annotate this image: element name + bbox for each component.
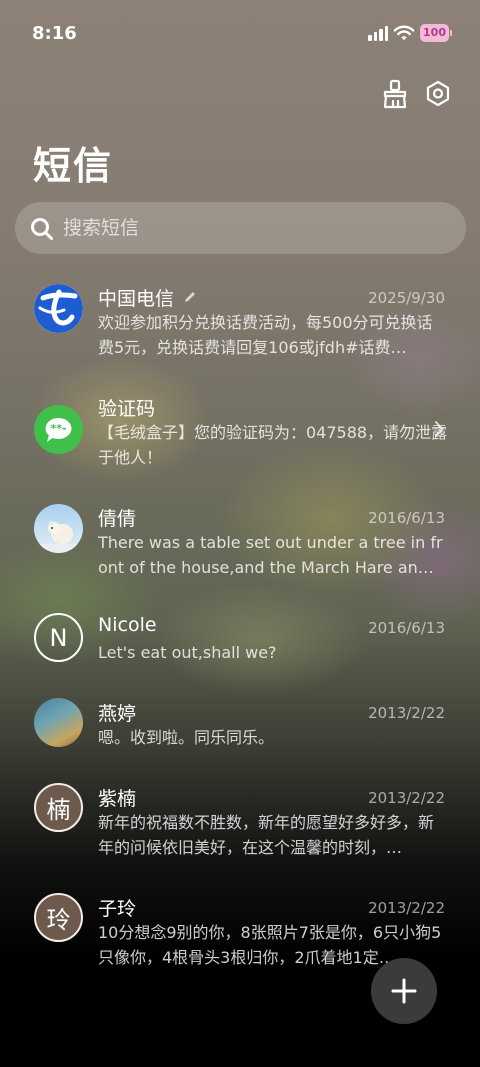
message-bubble-icon: **-	[34, 405, 83, 454]
message-date: 2013/2/22	[368, 899, 445, 917]
avatar-letter: 楠	[34, 783, 83, 832]
svg-text:**-: **-	[50, 422, 66, 435]
search-bar[interactable]	[15, 202, 466, 254]
polar-bear-photo	[34, 504, 83, 553]
message-date: 2025/9/30	[368, 289, 445, 307]
signal-icon	[368, 25, 388, 41]
status-bar: 8:16 100	[0, 0, 480, 68]
message-row-china-telecom[interactable]: 中国电信 2025/9/30 欢迎参加积分兑换话费活动，每500分可兑换话费5元…	[0, 270, 480, 370]
message-snippet: 欢迎参加积分兑换话费活动，每500分可兑换话费5元，兑换话费请回复106或jfd…	[98, 313, 433, 357]
message-snippet: Let's eat out,shall we?	[98, 643, 277, 662]
contact-name: 中国电信	[98, 288, 175, 310]
wifi-icon	[393, 25, 415, 41]
broom-icon[interactable]	[380, 78, 410, 110]
page-title: 短信	[33, 144, 114, 188]
message-date: 2013/2/22	[368, 704, 445, 722]
contact-name: Nicole	[98, 614, 157, 636]
contact-name: 验证码	[98, 398, 156, 420]
chevron-right-icon	[435, 421, 444, 437]
battery-indicator: 100	[420, 24, 452, 42]
status-time: 8:16	[32, 23, 77, 44]
search-input[interactable]	[63, 202, 443, 254]
search-icon	[31, 218, 53, 240]
contact-name: 倩倩	[98, 508, 137, 530]
contact-name: 燕婷	[98, 703, 137, 725]
landscape-photo	[34, 698, 83, 747]
message-row-verification[interactable]: **- 验证码 【毛绒盒子】您的验证码为：047588，请勿泄露于他人！	[0, 380, 480, 480]
message-snippet: 嗯。收到啦。同乐同乐。	[98, 728, 275, 747]
message-date: 2016/6/13	[368, 509, 445, 527]
message-date: 2016/6/13	[368, 619, 445, 637]
contact-name: 子玲	[98, 898, 137, 920]
avatar-letter: N	[34, 613, 83, 662]
edit-pencil-icon	[185, 292, 195, 302]
avatar-letter: 玲	[34, 893, 83, 942]
china-telecom-logo	[34, 284, 83, 333]
message-row-zinan[interactable]: 楠 紫楠 2013/2/22 新年的祝福数不胜数，新年的愿望好多好多，新年的问候…	[0, 770, 480, 870]
plus-icon	[391, 978, 417, 1004]
message-snippet: 【毛绒盒子】您的验证码为：047588，请勿泄露于他人！	[98, 423, 448, 467]
message-row-qianqian[interactable]: 倩倩 2016/6/13 There was a table set out u…	[0, 490, 480, 590]
message-snippet: 新年的祝福数不胜数，新年的愿望好多好多，新年的问候依旧美好，在这个温馨的时刻，…	[98, 813, 435, 857]
contact-name: 紫楠	[98, 788, 137, 810]
message-date: 2013/2/22	[368, 789, 445, 807]
settings-icon[interactable]	[423, 78, 453, 110]
message-snippet: There was a table set out under a tree i…	[98, 533, 443, 577]
new-message-button[interactable]	[371, 958, 437, 1024]
